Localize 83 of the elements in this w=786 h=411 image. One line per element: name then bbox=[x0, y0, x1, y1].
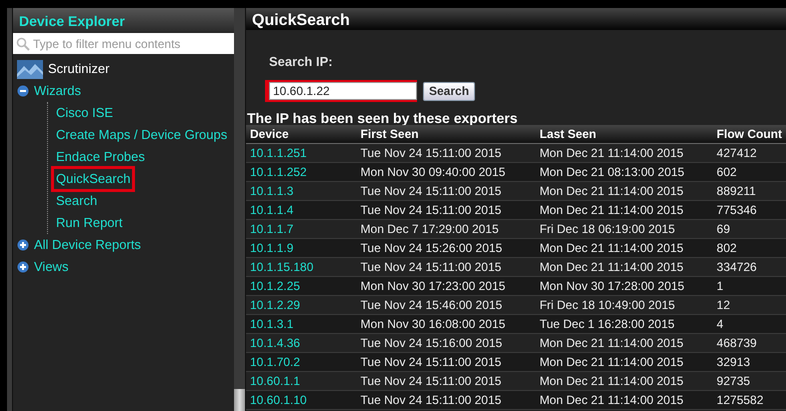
table-cell: Tue Nov 24 15:11:00 2015 bbox=[356, 181, 536, 200]
tree-item[interactable]: QuickSearch bbox=[54, 169, 132, 189]
expand-icon[interactable] bbox=[17, 239, 29, 251]
tree-item[interactable]: Create Maps / Device Groups bbox=[54, 125, 230, 145]
table-cell: Tue Nov 24 15:11:00 2015 bbox=[356, 257, 536, 276]
table-cell: Mon Dec 21 11:14:00 2015 bbox=[536, 181, 713, 200]
table-cell: Tue Nov 24 15:11:00 2015 bbox=[356, 143, 536, 162]
table-cell: Tue Nov 24 15:26:00 2015 bbox=[356, 238, 536, 257]
table-cell: 1 bbox=[712, 276, 786, 295]
column-header: Last Seen bbox=[536, 124, 713, 143]
tree-item[interactable]: Run Report bbox=[54, 213, 124, 233]
device-link[interactable]: 10.1.2.29 bbox=[246, 295, 357, 314]
table-cell: Tue Nov 24 15:11:00 2015 bbox=[356, 352, 536, 371]
device-link[interactable]: 10.60.1.1 bbox=[246, 371, 357, 390]
table-cell: Mon Dec 21 11:14:00 2015 bbox=[536, 238, 713, 257]
table-cell: Fri Dec 18 10:49:00 2015 bbox=[536, 295, 713, 314]
mountain-logo-icon bbox=[17, 60, 43, 78]
table-cell: Mon Nov 30 17:23:00 2015 bbox=[356, 276, 536, 295]
device-link[interactable]: 10.1.1.252 bbox=[246, 162, 357, 181]
device-link[interactable]: 10.1.1.251 bbox=[246, 143, 357, 162]
column-header: Device bbox=[246, 124, 357, 143]
page-title: QuickSearch bbox=[246, 8, 786, 30]
panel-title: Device Explorer bbox=[13, 8, 234, 32]
table-cell: 4 bbox=[712, 314, 786, 333]
table-cell: Tue Nov 24 15:11:00 2015 bbox=[356, 200, 536, 219]
table-cell: Tue Nov 24 15:46:00 2015 bbox=[356, 295, 536, 314]
table-cell: Mon Dec 21 11:14:00 2015 bbox=[536, 333, 713, 352]
filter-field[interactable]: Type to filter menu contents bbox=[13, 33, 234, 54]
table-cell: 12 bbox=[712, 295, 786, 314]
table-cell: Tue Nov 24 15:11:00 2015 bbox=[356, 390, 536, 409]
tree-item[interactable]: All Device Reports bbox=[32, 235, 143, 255]
device-link[interactable]: 10.1.1.9 bbox=[246, 238, 357, 257]
tree-item[interactable]: Views bbox=[32, 257, 70, 277]
device-link[interactable]: 10.1.70.2 bbox=[246, 352, 357, 371]
search-button[interactable]: Search bbox=[423, 82, 476, 100]
table-cell: Mon Dec 21 11:14:00 2015 bbox=[536, 390, 713, 409]
ip-input-field[interactable]: 10.60.1.22 bbox=[269, 82, 417, 100]
device-link[interactable]: 10.60.1.10 bbox=[246, 390, 357, 409]
table-caption: The IP has been seen by these exporters bbox=[246, 108, 519, 124]
table-cell: Mon Dec 21 11:14:00 2015 bbox=[536, 143, 713, 162]
tree-item[interactable]: Search bbox=[54, 191, 100, 211]
tree-item[interactable]: Scrutinizer bbox=[46, 59, 112, 79]
table-cell: 427412 bbox=[712, 143, 786, 162]
field-label: Search IP: bbox=[269, 53, 334, 71]
table-cell: Mon Dec 21 11:14:00 2015 bbox=[536, 257, 713, 276]
tree-item[interactable]: Endace Probes bbox=[54, 147, 147, 167]
device-link[interactable]: 10.1.1.4 bbox=[246, 200, 357, 219]
table-cell: 334726 bbox=[712, 257, 786, 276]
device-link[interactable]: 10.1.4.36 bbox=[246, 333, 357, 352]
table-cell: 889211 bbox=[712, 181, 786, 200]
table-cell: Tue Nov 24 15:16:00 2015 bbox=[356, 333, 536, 352]
table-cell: 32913 bbox=[712, 352, 786, 371]
table-cell: Tue Dec 1 16:28:00 2015 bbox=[536, 314, 713, 333]
table-cell: 602 bbox=[712, 162, 786, 181]
tree-item[interactable]: Wizards bbox=[32, 81, 83, 101]
device-link[interactable]: 10.1.1.7 bbox=[246, 219, 357, 238]
table-cell: 775346 bbox=[712, 200, 786, 219]
search-icon bbox=[16, 36, 30, 50]
expand-icon[interactable] bbox=[17, 261, 29, 273]
device-link[interactable]: 10.1.1.3 bbox=[246, 181, 357, 200]
tree-item[interactable]: Cisco ISE bbox=[54, 103, 116, 123]
table-cell: 802 bbox=[712, 238, 786, 257]
column-header: First Seen bbox=[356, 124, 536, 143]
device-link[interactable]: 10.1.15.180 bbox=[246, 257, 357, 276]
scroll-thumb[interactable] bbox=[234, 389, 245, 411]
table-cell: 468739 bbox=[712, 333, 786, 352]
table-cell: Mon Dec 21 11:14:00 2015 bbox=[536, 371, 713, 390]
table-cell: 92735 bbox=[712, 371, 786, 390]
table-cell: 1275582 bbox=[712, 390, 786, 409]
device-link[interactable]: 10.1.2.25 bbox=[246, 276, 357, 295]
table-cell: Mon Dec 21 08:13:00 2015 bbox=[536, 162, 713, 181]
table-cell: Mon Nov 30 09:40:00 2015 bbox=[356, 162, 536, 181]
table-cell: Mon Nov 30 16:08:00 2015 bbox=[356, 314, 536, 333]
device-link[interactable]: 10.1.3.1 bbox=[246, 314, 357, 333]
table-cell: 69 bbox=[712, 219, 786, 238]
table-cell: Mon Dec 21 11:14:00 2015 bbox=[536, 200, 713, 219]
table-cell: Fri Dec 18 06:19:00 2015 bbox=[536, 219, 713, 238]
table-cell: Tue Nov 24 15:11:00 2015 bbox=[356, 371, 536, 390]
table-cell: Mon Nov 30 17:28:00 2015 bbox=[536, 276, 713, 295]
table-cell: Mon Dec 21 11:14:00 2015 bbox=[536, 352, 713, 371]
column-header: Flow Count bbox=[712, 124, 786, 143]
table-cell: Mon Dec 7 17:29:00 2015 bbox=[356, 219, 536, 238]
collapse-icon[interactable] bbox=[17, 85, 29, 97]
